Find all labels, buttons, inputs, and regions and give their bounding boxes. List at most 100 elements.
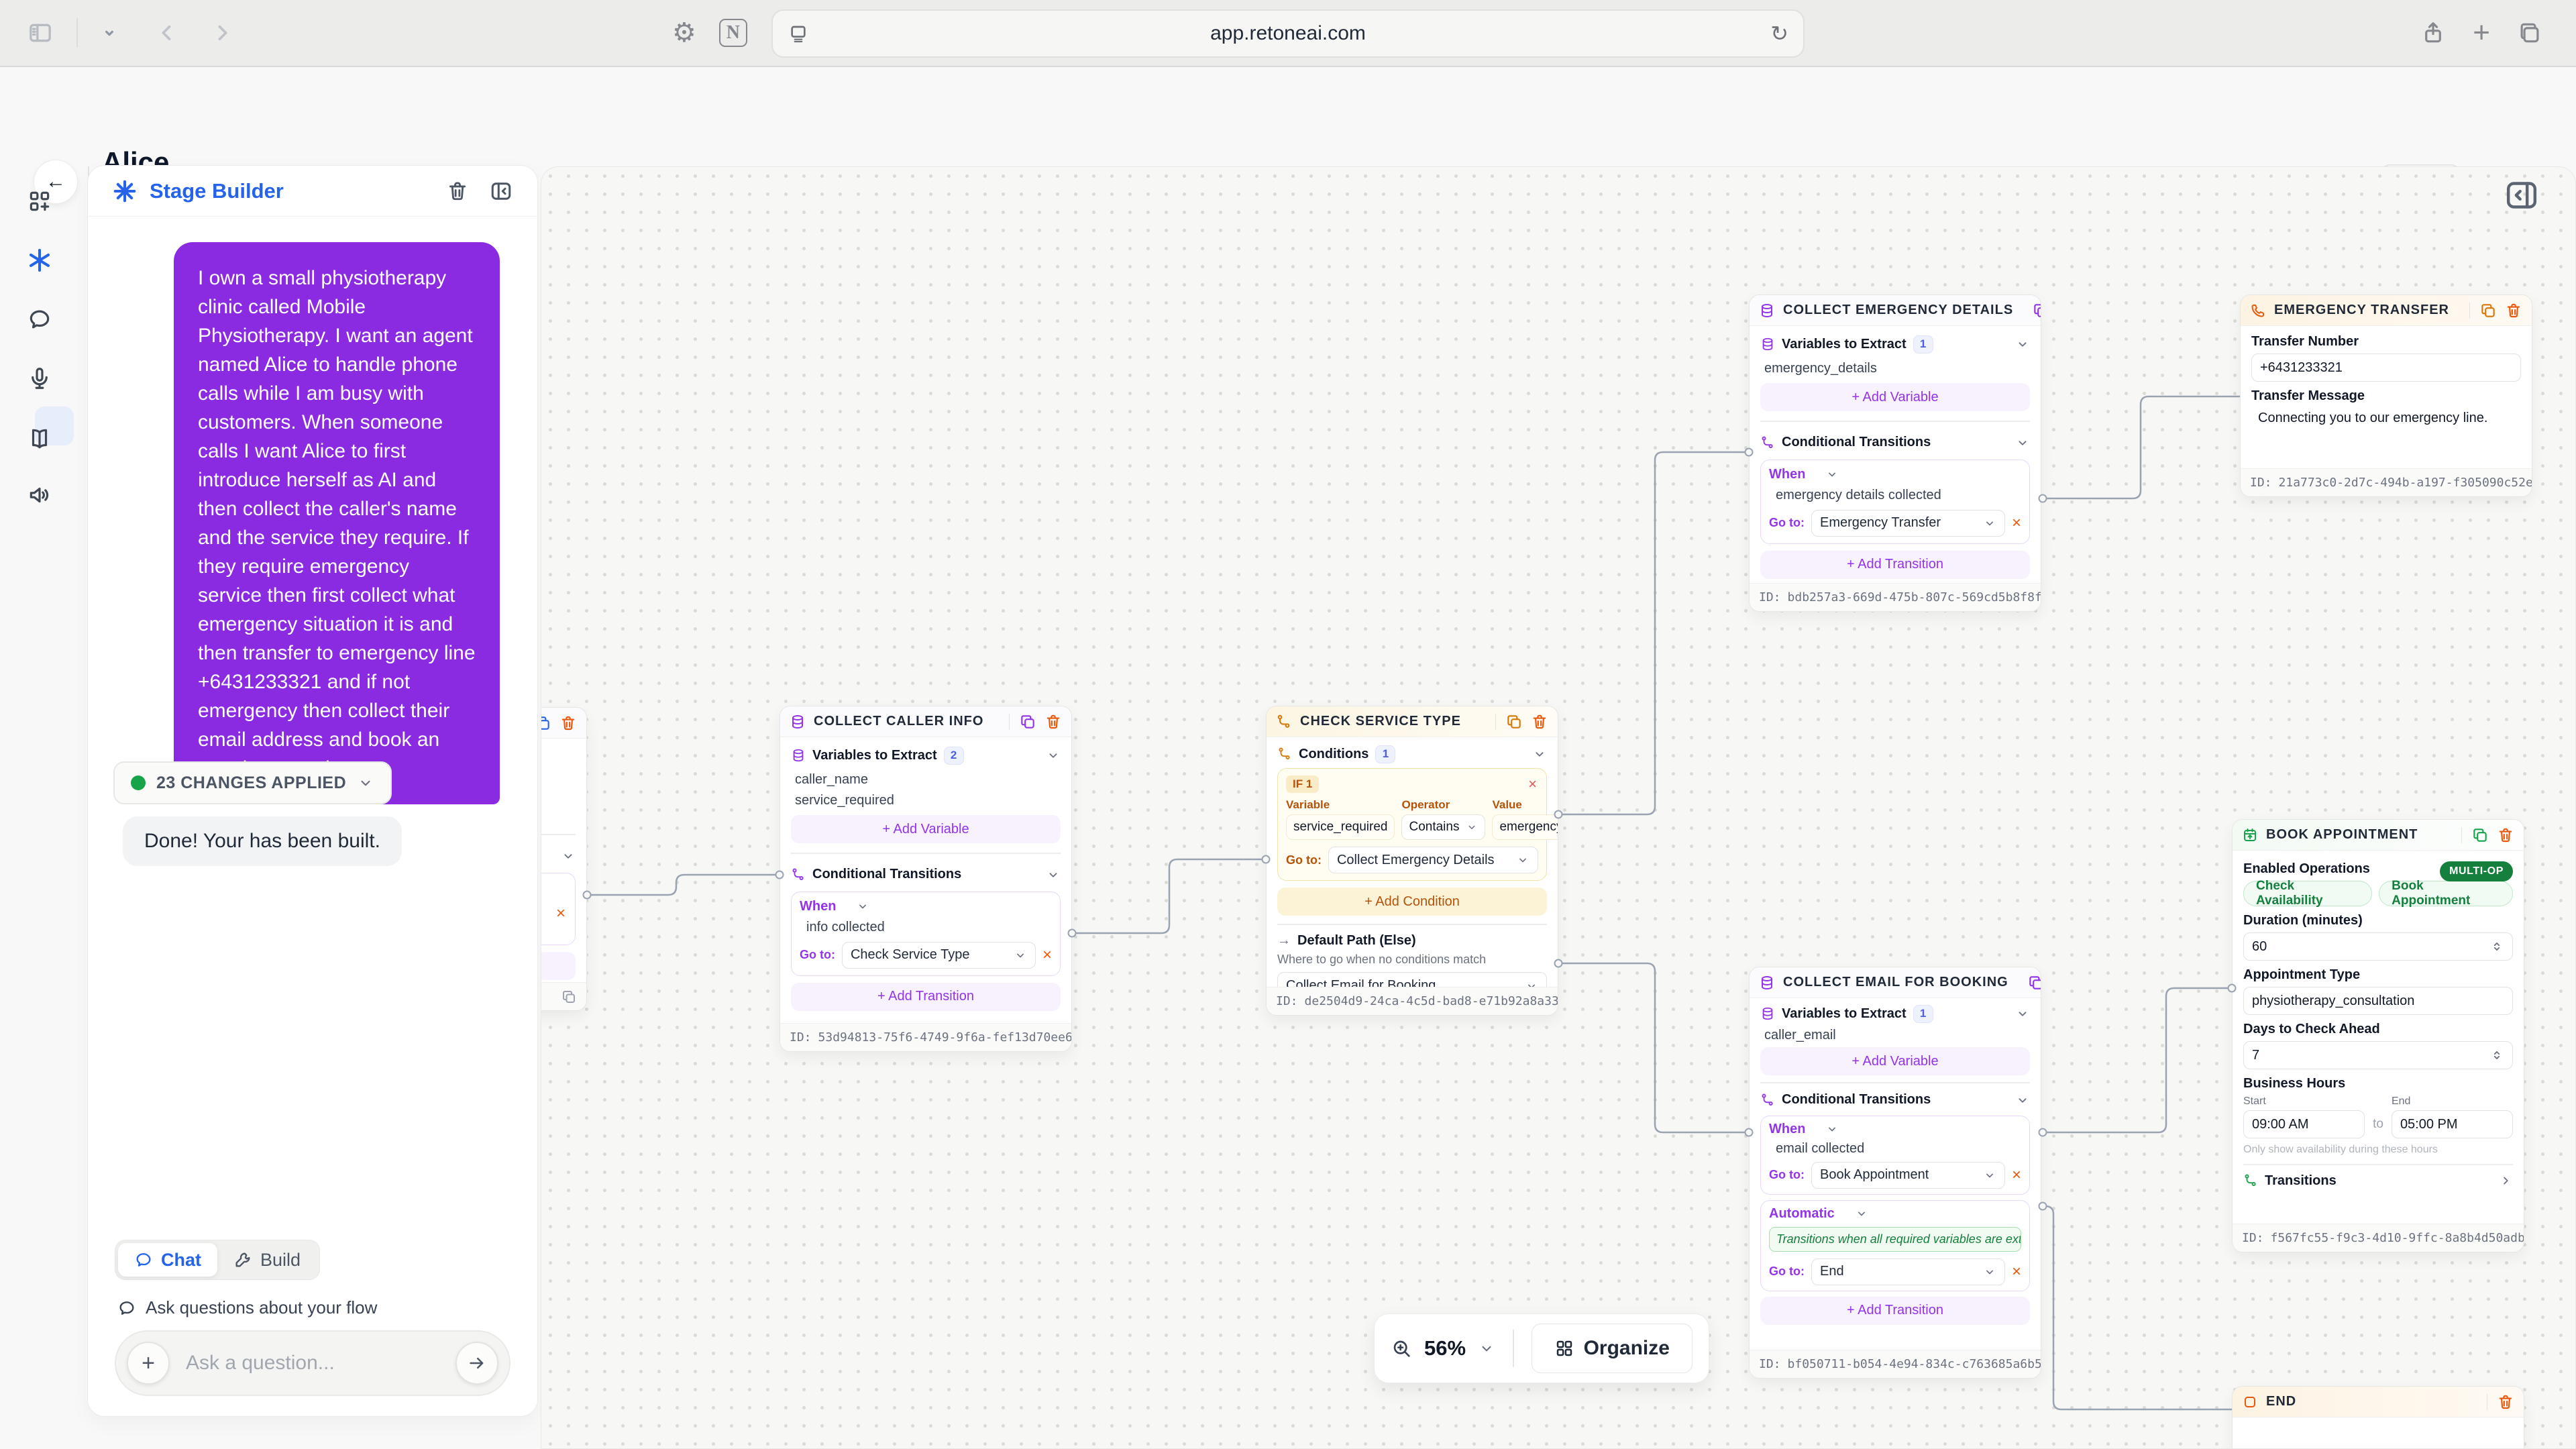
remove-transition-icon[interactable]: × [2012, 1264, 2021, 1280]
organize-button[interactable]: Organize [1532, 1324, 1693, 1373]
goto-select[interactable]: Check Service Type [842, 942, 1036, 969]
node-book-appointment[interactable]: BOOK APPOINTMENT MULTI-OP Enabled Operat… [2232, 819, 2524, 1252]
copy-node-icon[interactable] [2479, 302, 2497, 319]
zoom-icon[interactable] [1391, 1338, 1412, 1359]
add-transition-button[interactable]: + Add Transition [791, 983, 1061, 1011]
sidebar-item-audio[interactable] [27, 482, 52, 508]
reload-icon[interactable]: ↻ [1770, 21, 1788, 46]
trash-icon[interactable] [2497, 826, 2514, 844]
default-goto-select[interactable]: Collect Email for Booking [1277, 972, 1547, 987]
zoom-level[interactable]: 56% [1424, 1336, 1466, 1360]
output-handle[interactable] [1068, 929, 1077, 938]
sidebar-item-stage-builder[interactable] [26, 247, 53, 274]
remove-transition-icon[interactable]: × [1042, 947, 1052, 963]
reader-icon[interactable] [788, 23, 809, 44]
goto-select[interactable]: End [1811, 1258, 2005, 1285]
output-handle[interactable] [1554, 810, 1563, 819]
add-variable-button[interactable]: + Add Variable [1760, 383, 2030, 411]
sidebar-item-voice[interactable] [27, 366, 52, 391]
automatic-label[interactable]: Automatic [1769, 1206, 1835, 1222]
copy-id-icon[interactable] [561, 989, 577, 1005]
send-button[interactable] [455, 1342, 498, 1385]
new-tab-icon[interactable]: + [2473, 16, 2490, 50]
start-time-input[interactable]: 09:00 AM [2243, 1110, 2365, 1138]
node-end[interactable]: END [2232, 1386, 2524, 1449]
collapse-canvas-icon[interactable] [2503, 176, 2540, 214]
add-condition-button[interactable]: + Add Condition [1277, 888, 1547, 916]
add-transition-button[interactable]: + Add Transition [1760, 551, 2030, 579]
variable-name[interactable]: emergency_details [1764, 361, 2030, 376]
trash-icon[interactable] [2497, 1393, 2514, 1411]
node-collect-emergency-details[interactable]: COLLECT EMERGENCY DETAILS Variables to E… [1749, 294, 2041, 612]
trash-icon[interactable] [1531, 713, 1548, 731]
chevron-right-icon[interactable] [2498, 1173, 2513, 1188]
chevron-down-icon[interactable] [1478, 1340, 1495, 1357]
goto-select[interactable]: Collect Emergency Details [1328, 847, 1538, 873]
chevron-down-icon[interactable] [101, 24, 118, 42]
trash-icon[interactable] [446, 180, 469, 203]
remove-transition-icon[interactable]: × [2012, 1167, 2021, 1183]
forward-icon[interactable] [211, 21, 233, 44]
question-input[interactable]: + Ask a question... [115, 1330, 511, 1396]
changes-applied-pill[interactable]: 23 CHANGES APPLIED [113, 761, 392, 804]
copy-node-icon[interactable] [2032, 302, 2041, 319]
condition-variable[interactable]: service_required [1286, 814, 1395, 840]
variable-name[interactable]: service_required [795, 793, 1061, 808]
output-handle[interactable] [2039, 494, 2047, 503]
condition-value[interactable]: emergency [1492, 814, 1558, 840]
node-emergency-transfer[interactable]: EMERGENCY TRANSFER Transfer Number +6431… [2240, 294, 2532, 497]
trash-icon[interactable] [2505, 302, 2522, 319]
sidebar-item-blocks[interactable] [27, 189, 52, 214]
gear-icon[interactable]: ⚙ [672, 17, 696, 48]
chevron-down-icon[interactable] [1532, 747, 1547, 761]
output-handle[interactable] [583, 891, 592, 900]
condition-text[interactable]: emergency details collected [1776, 488, 2021, 503]
copy-node-icon[interactable] [1505, 713, 1523, 731]
chevron-down-icon[interactable] [1046, 748, 1061, 763]
when-label[interactable]: When [1769, 1122, 1805, 1137]
when-label[interactable]: When [1769, 467, 1805, 482]
operation-pill[interactable]: Book Appointment [2379, 881, 2513, 906]
node-check-service-type[interactable]: CHECK SERVICE TYPE Conditions 1 IF 1 × V… [1266, 706, 1558, 1016]
condition-text[interactable]: email collected [1776, 1141, 2021, 1157]
add-variable-button[interactable]: + Add Variable [791, 815, 1061, 843]
trash-icon[interactable] [1044, 713, 1062, 731]
end-time-input[interactable]: 05:00 PM [2392, 1110, 2513, 1138]
copy-node-icon[interactable] [1019, 713, 1036, 731]
variable-name[interactable]: caller_email [1764, 1028, 2030, 1043]
when-label[interactable]: When [800, 899, 836, 914]
remove-transition-icon[interactable]: × [556, 906, 566, 922]
days-ahead-input[interactable]: 7 [2243, 1041, 2513, 1069]
tab-chat[interactable]: Chat [118, 1243, 217, 1277]
share-icon[interactable] [2420, 20, 2446, 46]
input-handle[interactable] [2228, 984, 2237, 993]
copy-node-icon[interactable] [2027, 974, 2041, 991]
tabs-icon[interactable] [2517, 20, 2542, 46]
trash-icon[interactable] [559, 714, 577, 732]
copy-node-icon[interactable] [2471, 826, 2489, 844]
add-variable-button[interactable]: + Add Variable [1760, 1047, 2030, 1075]
back-icon[interactable] [156, 21, 178, 44]
input-handle[interactable] [1745, 1128, 1754, 1137]
remove-transition-icon[interactable]: × [2012, 515, 2021, 531]
duration-input[interactable]: 60 [2243, 932, 2513, 961]
variable-name[interactable]: caller_name [795, 772, 1061, 788]
sidebar-toggle-icon[interactable] [27, 19, 54, 46]
goto-select[interactable]: Book Appointment [1811, 1162, 2005, 1189]
chevron-down-icon[interactable] [2015, 337, 2030, 352]
notion-icon[interactable]: N [719, 19, 747, 47]
goto-select[interactable]: Emergency Transfer [1811, 510, 2005, 537]
appointment-type-input[interactable]: physiotherapy_consultation [2243, 987, 2513, 1015]
input-handle[interactable] [775, 871, 784, 879]
sidebar-item-knowledge[interactable] [27, 426, 52, 451]
chevron-down-icon[interactable] [2015, 1093, 2030, 1108]
node-partial-greeting[interactable]: × [541, 707, 587, 1011]
condition-operator[interactable]: Contains [1401, 814, 1485, 840]
transfer-number-input[interactable]: +6431233321 [2251, 354, 2521, 382]
input-handle[interactable] [1262, 855, 1271, 864]
chevron-down-icon[interactable] [2015, 1006, 2030, 1021]
chevron-down-icon[interactable] [2015, 435, 2030, 450]
node-collect-caller-info[interactable]: COLLECT CALLER INFO Variables to Extract… [780, 706, 1072, 1052]
transfer-message-input[interactable]: Connecting you to our emergency line. [2251, 408, 2521, 429]
url-bar[interactable]: app.retoneai.com ↻ [771, 9, 1805, 58]
